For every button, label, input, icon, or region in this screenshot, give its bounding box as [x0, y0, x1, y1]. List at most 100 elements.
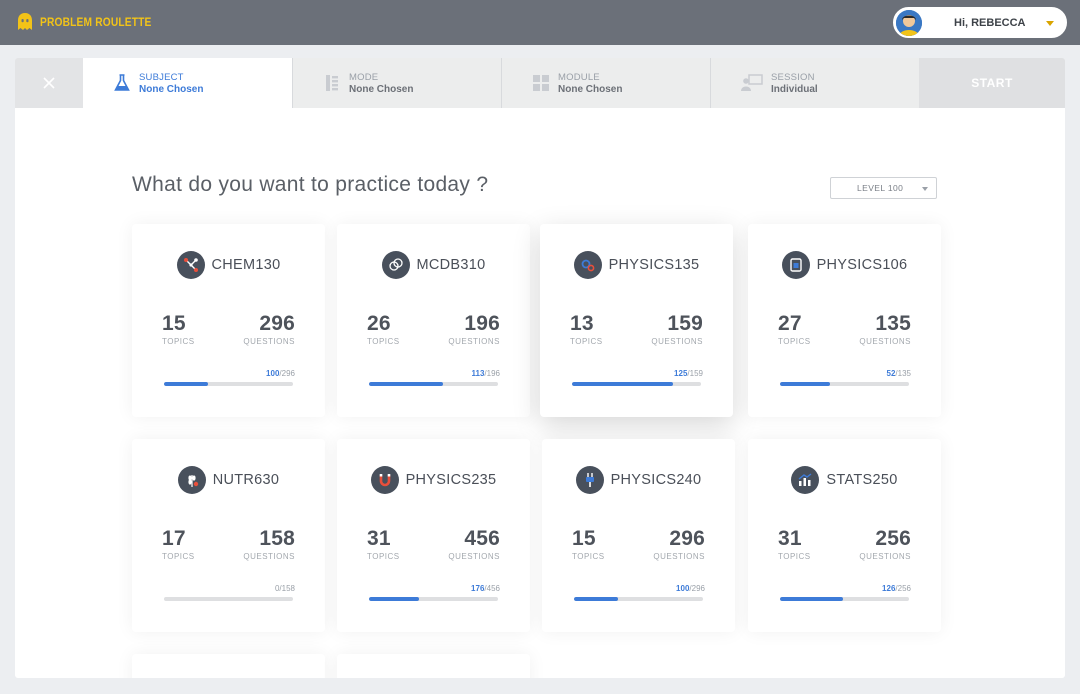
progress-bar	[369, 382, 498, 386]
progress-done: 113	[471, 369, 485, 378]
question-count: 159	[667, 312, 703, 335]
plug-icon	[575, 466, 604, 494]
question-count: 256	[875, 527, 911, 550]
app-logo[interactable]: PROBLEM ROULETTE	[16, 12, 171, 32]
subject-card-physics106[interactable]: PHYSICS106 27 TOPICS 135 QUESTIONS 52/13…	[748, 224, 941, 417]
question-count: 296	[259, 312, 295, 335]
questions-label: QUESTIONS	[448, 552, 500, 561]
setup-steps: SUBJECT None Chosen MODE None Chosen MOD…	[15, 58, 1065, 108]
topics-label: TOPICS	[572, 552, 605, 561]
cells-icon	[381, 251, 410, 279]
questions-label: QUESTIONS	[243, 337, 295, 346]
topic-count: 31	[778, 527, 802, 550]
subject-name: PHYSICS240	[610, 472, 702, 488]
progress-total: 296	[281, 369, 295, 378]
topic-count: 26	[367, 312, 391, 335]
topics-label: TOPICS	[778, 552, 811, 561]
level-select[interactable]: LEVEL 100	[830, 177, 937, 199]
progress-fill	[780, 382, 830, 386]
progress-text: 113/196	[471, 369, 501, 378]
progress-total: 159	[689, 369, 703, 378]
progress-fill	[572, 382, 674, 386]
step-kicker: SUBJECT	[139, 71, 184, 83]
subject-card-partial[interactable]	[337, 654, 530, 678]
questions-label: QUESTIONS	[651, 337, 703, 346]
subject-card-stats250[interactable]: STATS250 31 TOPICS 256 QUESTIONS 126/256	[748, 439, 941, 632]
subject-name: CHEM130	[211, 257, 281, 273]
progress-bar	[780, 597, 909, 601]
magnet-icon	[370, 466, 399, 494]
subject-name: MCDB310	[416, 257, 486, 273]
user-menu[interactable]: Hi, REBECCA	[893, 7, 1067, 38]
close-button[interactable]	[15, 58, 83, 108]
step-session[interactable]: SESSION Individual	[710, 58, 919, 108]
step-module[interactable]: MODULE None Chosen	[501, 58, 710, 108]
progress-bar	[574, 597, 703, 601]
step-kicker: MODE	[349, 71, 379, 83]
top-bar: PROBLEM ROULETTE Hi, REBECCA	[0, 0, 1080, 45]
progress-bar	[164, 597, 293, 601]
topics-label: TOPICS	[162, 552, 195, 561]
grid-icon	[532, 74, 550, 92]
topics-label: TOPICS	[367, 337, 400, 346]
subject-name: NUTR630	[212, 472, 280, 488]
questions-label: QUESTIONS	[243, 552, 295, 561]
progress-text: 52/135	[886, 369, 912, 378]
step-value: Individual	[771, 83, 818, 95]
question-count: 296	[669, 527, 705, 550]
list-icon	[323, 74, 341, 92]
subject-card-physics240[interactable]: PHYSICS240 15 TOPICS 296 QUESTIONS 100/2…	[542, 439, 735, 632]
topics-label: TOPICS	[570, 337, 603, 346]
question-count: 196	[464, 312, 500, 335]
subject-card-partial[interactable]	[132, 654, 325, 678]
progress-total: 296	[691, 584, 705, 593]
subject-card-physics235[interactable]: PHYSICS235 31 TOPICS 456 QUESTIONS 176/4…	[337, 439, 530, 632]
step-value: None Chosen	[349, 83, 414, 95]
subject-card-physics135[interactable]: PHYSICS135 13 TOPICS 159 QUESTIONS 125/1…	[540, 224, 733, 417]
question-count: 135	[875, 312, 911, 335]
progress-fill	[780, 597, 844, 601]
progress-total: 196	[486, 369, 500, 378]
progress-bar	[780, 382, 909, 386]
topics-label: TOPICS	[778, 337, 811, 346]
progress-fill	[164, 382, 208, 386]
step-mode[interactable]: MODE None Chosen	[292, 58, 501, 108]
progress-total: 456	[486, 584, 500, 593]
avatar	[896, 9, 922, 36]
progress-fill	[369, 382, 444, 386]
ghost-logo-icon	[18, 13, 32, 30]
chevron-down-icon[interactable]	[1046, 21, 1054, 26]
topics-label: TOPICS	[162, 337, 195, 346]
chart-icon	[791, 466, 820, 494]
subject-card-nutr630[interactable]: NUTR630 17 TOPICS 158 QUESTIONS 0/158	[132, 439, 325, 632]
start-button[interactable]: START	[919, 58, 1065, 108]
flask-icon	[113, 74, 131, 92]
user-greeting: Hi, REBECCA	[954, 16, 1026, 29]
progress-text: 100/296	[676, 584, 705, 593]
molecule-icon	[176, 251, 205, 279]
subject-card-mcdb310[interactable]: MCDB310 26 TOPICS 196 QUESTIONS 113/196	[337, 224, 530, 417]
progress-text: 0/158	[274, 584, 295, 593]
presenter-icon	[741, 74, 763, 92]
progress-total: 256	[897, 584, 911, 593]
step-value: None Chosen	[139, 83, 204, 95]
progress-fill	[369, 597, 419, 601]
questions-label: QUESTIONS	[859, 552, 911, 561]
device-icon	[781, 251, 810, 279]
topics-label: TOPICS	[367, 552, 400, 561]
progress-bar	[164, 382, 293, 386]
topic-count: 27	[778, 312, 802, 335]
progress-done: 100	[266, 369, 280, 378]
progress-bar	[369, 597, 498, 601]
subject-name: PHYSICS235	[405, 472, 497, 488]
subject-card-chem130[interactable]: CHEM130 15 TOPICS 296 QUESTIONS 100/296	[132, 224, 325, 417]
progress-done: 125	[674, 369, 688, 378]
progress-text: 176/456	[471, 584, 500, 593]
step-subject[interactable]: SUBJECT None Chosen	[83, 58, 292, 108]
user-avatar-icon	[896, 9, 922, 36]
progress-fill	[574, 597, 618, 601]
progress-text: 100/296	[266, 369, 295, 378]
topic-count: 15	[572, 527, 596, 550]
progress-text: 125/159	[674, 369, 703, 378]
subject-name: PHYSICS135	[608, 257, 700, 273]
